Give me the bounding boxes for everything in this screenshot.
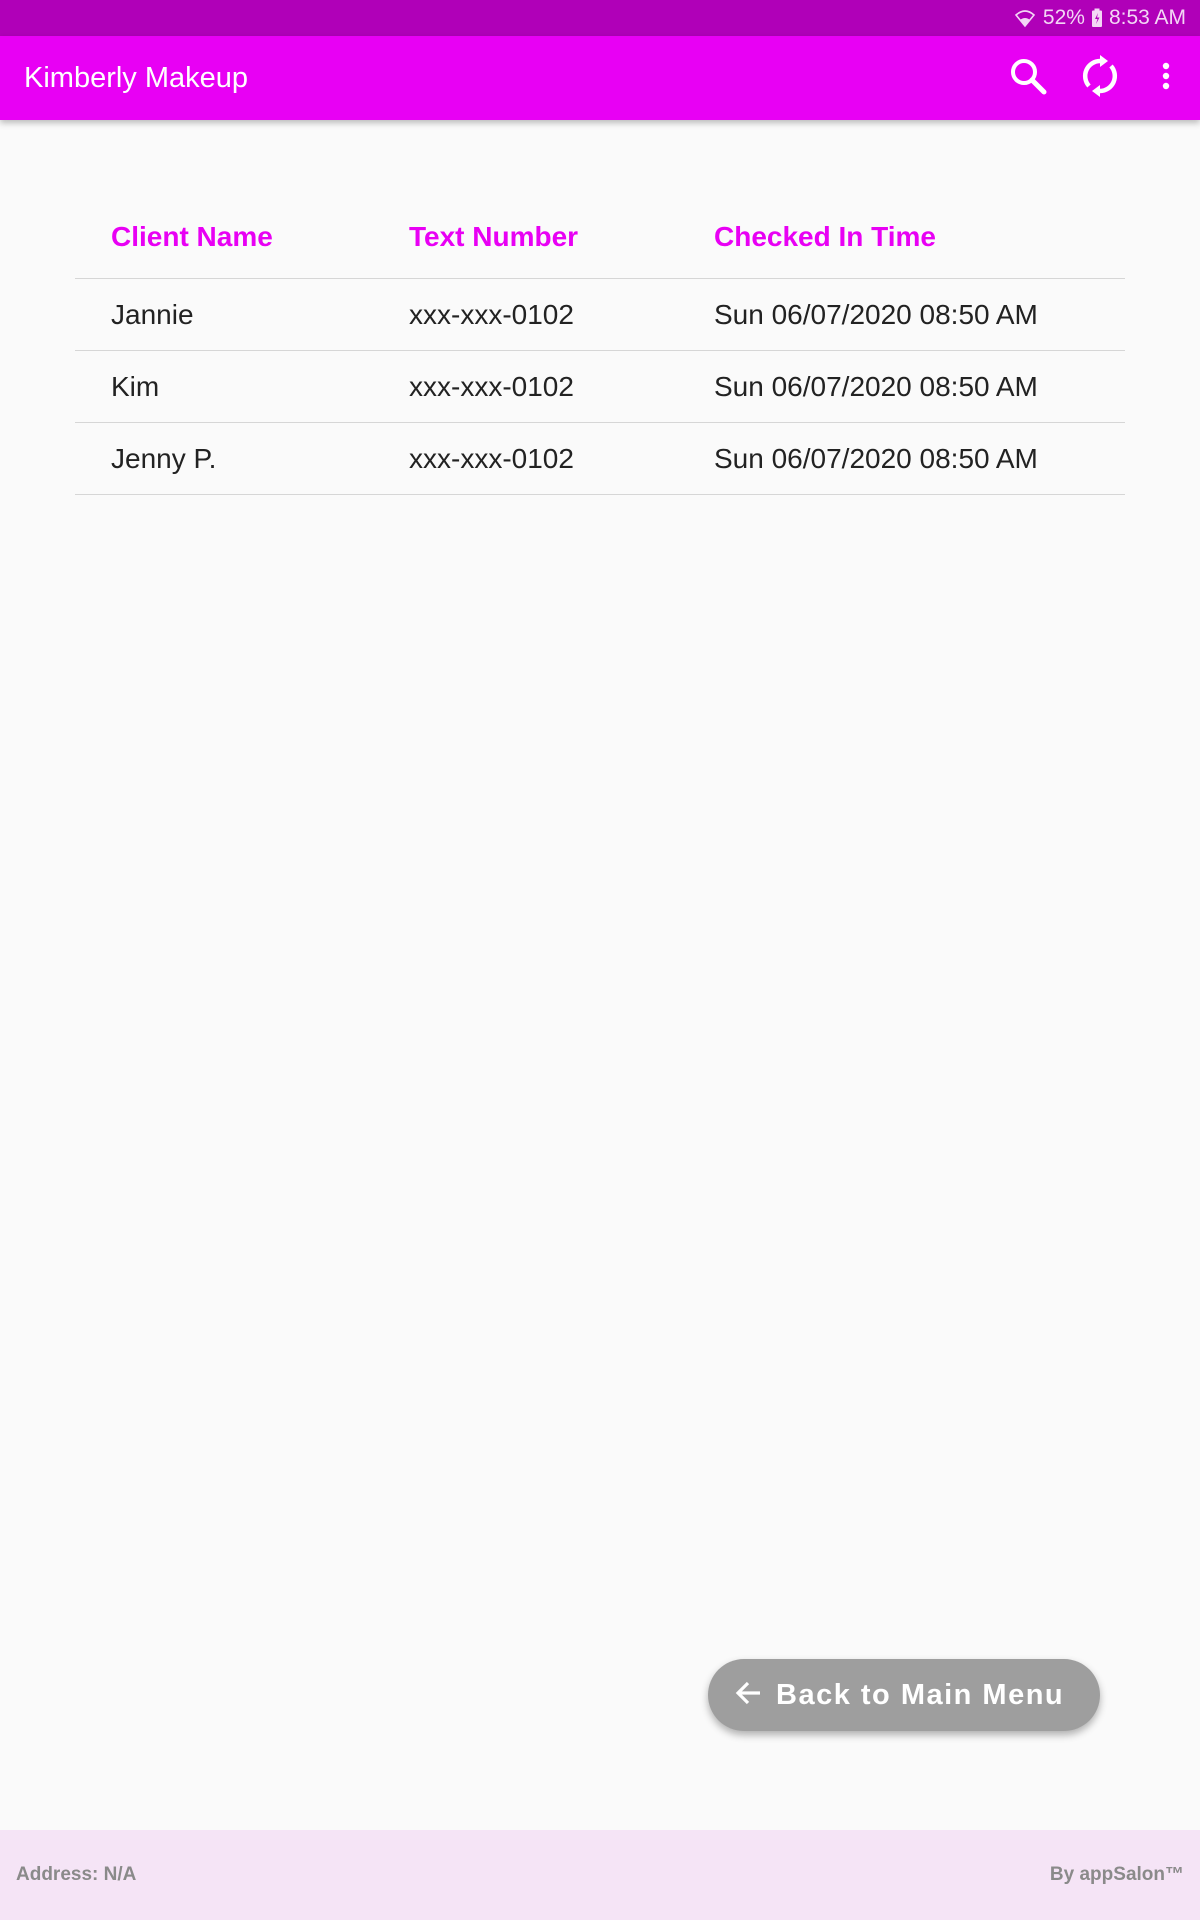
table-row[interactable]: Jenny P. xxx-xxx-0102 Sun 06/07/2020 08:… bbox=[75, 423, 1125, 495]
cell-checked-in-time: Sun 06/07/2020 08:50 AM bbox=[714, 298, 1038, 330]
cell-text-number: xxx-xxx-0102 bbox=[409, 442, 574, 474]
credit-text: By appSalon™ bbox=[1049, 1864, 1184, 1885]
table-header: Client Name Text Number Checked In Time bbox=[75, 196, 1125, 279]
header-client-name[interactable]: Client Name bbox=[75, 221, 409, 253]
search-icon bbox=[1008, 56, 1048, 101]
table-row[interactable]: Kim xxx-xxx-0102 Sun 06/07/2020 08:50 AM bbox=[75, 351, 1125, 423]
back-to-main-menu-label: Back to Main Menu bbox=[776, 1678, 1065, 1711]
header-text-number[interactable]: Text Number bbox=[409, 221, 714, 253]
header-checked-in-time[interactable]: Checked In Time bbox=[714, 221, 1125, 253]
app-title: Kimberly Makeup bbox=[24, 61, 249, 94]
battery-percent: 52% bbox=[1042, 6, 1085, 29]
sync-icon bbox=[1080, 54, 1120, 103]
more-options-button[interactable] bbox=[1136, 36, 1196, 120]
search-button[interactable] bbox=[992, 36, 1064, 120]
clock: 8:53 AM bbox=[1108, 6, 1186, 29]
table-row[interactable]: Jannie xxx-xxx-0102 Sun 06/07/2020 08:50… bbox=[75, 279, 1125, 351]
cell-checked-in-time: Sun 06/07/2020 08:50 AM bbox=[714, 442, 1038, 474]
app-actions bbox=[992, 36, 1200, 120]
battery-icon bbox=[1091, 8, 1103, 28]
more-vert-icon bbox=[1161, 61, 1171, 96]
sync-button[interactable] bbox=[1064, 36, 1136, 120]
cell-client-name: Jannie bbox=[111, 298, 194, 330]
wifi-icon bbox=[1013, 8, 1037, 28]
cell-text-number: xxx-xxx-0102 bbox=[409, 370, 574, 402]
app-bar: Kimberly Makeup bbox=[0, 36, 1200, 120]
cell-text-number: xxx-xxx-0102 bbox=[409, 298, 574, 330]
cell-client-name: Kim bbox=[111, 370, 160, 402]
checked-in-clients-table: Client Name Text Number Checked In Time … bbox=[75, 196, 1125, 495]
address-text: Address: N/A bbox=[16, 1864, 137, 1885]
footer: Address: N/A By appSalon™ bbox=[0, 1830, 1200, 1920]
cell-client-name: Jenny P. bbox=[111, 442, 217, 474]
arrow-back-icon bbox=[734, 1679, 762, 1712]
status-bar: 52% 8:53 AM bbox=[0, 0, 1200, 36]
cell-checked-in-time: Sun 06/07/2020 08:50 AM bbox=[714, 370, 1038, 402]
back-to-main-menu-button[interactable]: Back to Main Menu bbox=[708, 1659, 1100, 1731]
